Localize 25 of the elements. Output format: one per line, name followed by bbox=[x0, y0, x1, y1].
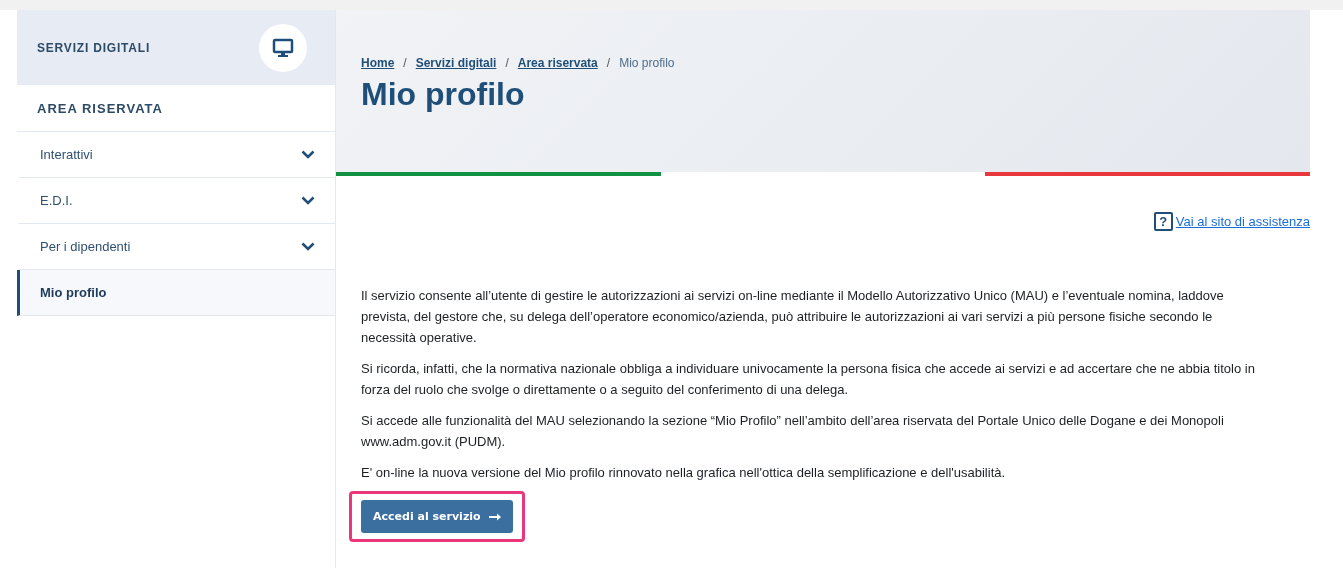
sidebar-item[interactable]: E.D.I. bbox=[17, 178, 335, 224]
page-title: Mio profilo bbox=[361, 76, 526, 113]
help-link[interactable]: Vai al sito di assistenza bbox=[1175, 214, 1310, 229]
chevron-down-icon bbox=[301, 242, 315, 251]
breadcrumb-link[interactable]: Home bbox=[361, 56, 395, 70]
paragraph: Il servizio consente all’utente di gestire le autorizzazioni ai servizi on-line mediante il Modello Autorizzativo Unico (MAU) e l’eventuale nomina, laddove prevista, del gestore che, su delega dell’operatore economico/azienda, può attribuire le autorizzazioni ai vari servizi a più persone fisiche secondo le necessità operative. bbox=[361, 287, 1225, 347]
sidebar-header-title: SERVIZI DIGITALI bbox=[37, 40, 151, 55]
breadcrumb-separator: / bbox=[606, 56, 611, 70]
monitor-icon bbox=[259, 23, 307, 72]
breadcrumb-current: Mio profilo bbox=[619, 56, 675, 70]
paragraph: Si ricorda, infatti, che la normativa nazionale obbliga a individuare univocamente la persona fisica che accede ai servizi e ad accertare che ne abbia titolo in forza del ruolo che svolge o direttamente o a seguito del conferimento di una delega. bbox=[361, 360, 1256, 399]
help-icon: ? bbox=[1153, 212, 1173, 231]
sidebar-item[interactable]: Mio profilo bbox=[17, 270, 335, 316]
breadcrumb-link[interactable]: Area riservata bbox=[517, 56, 598, 70]
chevron-down-icon bbox=[301, 196, 315, 205]
breadcrumb-link[interactable]: Servizi digitali bbox=[415, 56, 497, 70]
breadcrumb-separator: / bbox=[505, 56, 509, 70]
chevron-down-icon bbox=[301, 150, 315, 159]
sidebar-item[interactable]: Interattivi bbox=[17, 132, 335, 178]
paragraph: E' on-line la nuova versione del Mio profilo rinnovato nella grafica nell'ottica della semplificazione e dell'usabilità. bbox=[361, 464, 1007, 482]
breadcrumb-separator: / bbox=[403, 56, 407, 70]
arrow-right-icon bbox=[488, 512, 501, 521]
access-service-button[interactable]: Accedi al servizio bbox=[361, 500, 513, 533]
paragraph: Si accede alle funzionalità del MAU selezionando la sezione “Mio Profilo” nell’ambito dell’area riservata del Portale Unico delle Dogane e dei Monopoli www.adm.gov.it (PUDM). bbox=[361, 412, 1225, 451]
sidebar-section-title: AREA RISERVATA bbox=[17, 85, 335, 132]
